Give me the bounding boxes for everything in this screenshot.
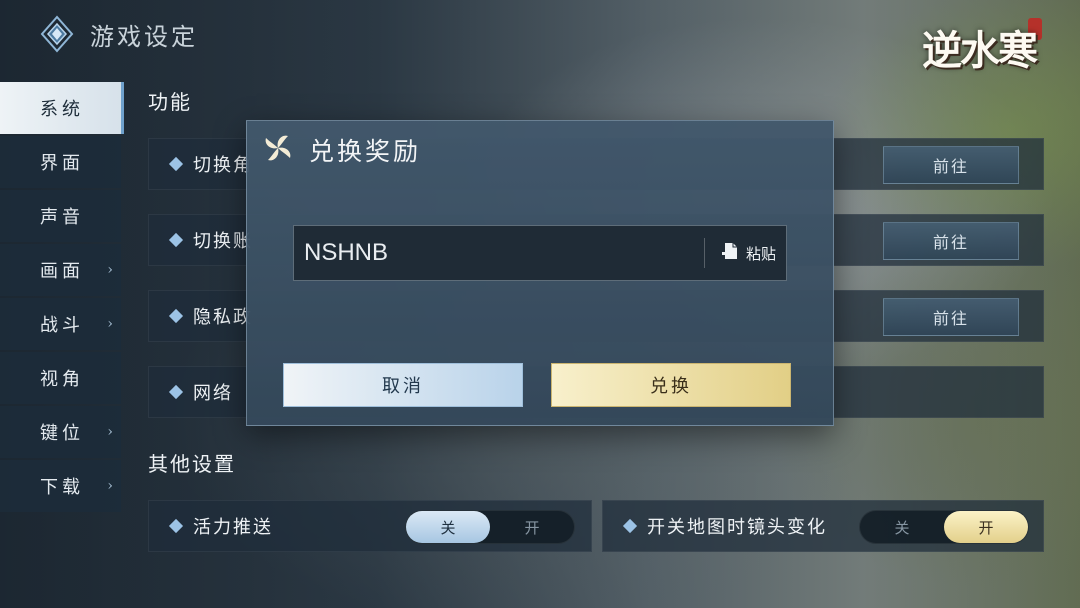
redeem-code-input[interactable]: NSHNB [304,226,694,280]
toggle-off-option[interactable]: 关 [860,511,944,543]
diamond-bullet-icon [168,518,184,534]
section-title-functions: 功能 [148,90,192,114]
goto-button[interactable]: 前往 [883,146,1019,184]
dialog-title: 兑换奖励 [309,137,422,166]
game-logo-text: 逆水寒 [922,27,1038,74]
redeem-button[interactable]: 兑换 [551,363,791,407]
chevron-right-icon: › [107,478,113,494]
sidebar-item-label: 界面 [40,153,84,174]
divider [704,238,705,268]
page-title: 游戏设定 [90,22,198,51]
sidebar-item-label: 战斗 [40,315,84,336]
setting-row-vitality-push: 活力推送 关 开 [148,500,592,552]
row-label: 隐私政 [193,307,253,328]
toggle-on-option[interactable]: 开 [944,511,1028,543]
sidebar-item-sound[interactable]: 声音 [0,190,121,242]
chevron-right-icon: › [107,316,113,332]
row-label: 网络 [193,383,233,404]
sidebar-item-interface[interactable]: 界面 [0,136,121,188]
pinwheel-icon [261,131,295,169]
diamond-bullet-icon [622,518,638,534]
sidebar-item-camera[interactable]: 视角 [0,352,121,404]
diamond-bullet-icon [168,232,184,248]
paste-button[interactable]: 粘贴 [721,226,776,280]
row-label: 切换角 [193,155,253,176]
sidebar-item-graphics[interactable]: 画面 › [0,244,121,296]
dialog-header: 兑换奖励 [247,121,833,179]
chevron-right-icon: › [107,262,113,278]
sidebar-item-download[interactable]: 下载 › [0,460,121,512]
diamond-bullet-icon [168,384,184,400]
setting-row-map-camera: 开关地图时镜头变化 关 开 [602,500,1044,552]
game-logo-icon: 逆水寒 [890,12,1060,74]
map-camera-toggle[interactable]: 关 开 [859,510,1029,544]
sidebar-item-combat[interactable]: 战斗 › [0,298,121,350]
sidebar-item-label: 画面 [40,261,84,282]
goto-button[interactable]: 前往 [883,298,1019,336]
goto-button[interactable]: 前往 [883,222,1019,260]
back-diamond-icon[interactable] [38,15,76,53]
diamond-bullet-icon [168,308,184,324]
diamond-bullet-icon [168,156,184,172]
sidebar-item-label: 声音 [40,207,84,228]
chevron-right-icon: › [107,424,113,440]
sidebar-item-label: 视角 [40,369,84,390]
sidebar-item-label: 键位 [40,423,84,444]
row-label: 活力推送 [193,517,273,538]
redeem-reward-dialog: 兑换奖励 NSHNB 粘贴 取消 兑换 [246,120,834,426]
toggle-on-option[interactable]: 开 [490,511,574,543]
sidebar-item-system[interactable]: 系统 [0,82,124,134]
row-label: 开关地图时镜头变化 [647,517,827,538]
header: 游戏设定 [38,12,198,56]
paste-label: 粘贴 [745,244,776,263]
row-label: 切换账 [193,231,253,252]
redeem-code-field[interactable]: NSHNB 粘贴 [293,225,787,281]
sidebar-item-keybinds[interactable]: 键位 › [0,406,121,458]
cancel-button[interactable]: 取消 [283,363,523,407]
toggle-off-option[interactable]: 关 [406,511,490,543]
sidebar-item-label: 下载 [40,477,84,498]
vitality-push-toggle[interactable]: 关 开 [405,510,575,544]
section-title-other: 其他设置 [148,452,236,476]
sidebar-item-label: 系统 [40,99,84,120]
paste-icon [721,241,741,265]
settings-sidebar: 系统 界面 声音 画面 › 战斗 › 视角 键位 › 下载 › [0,82,124,514]
